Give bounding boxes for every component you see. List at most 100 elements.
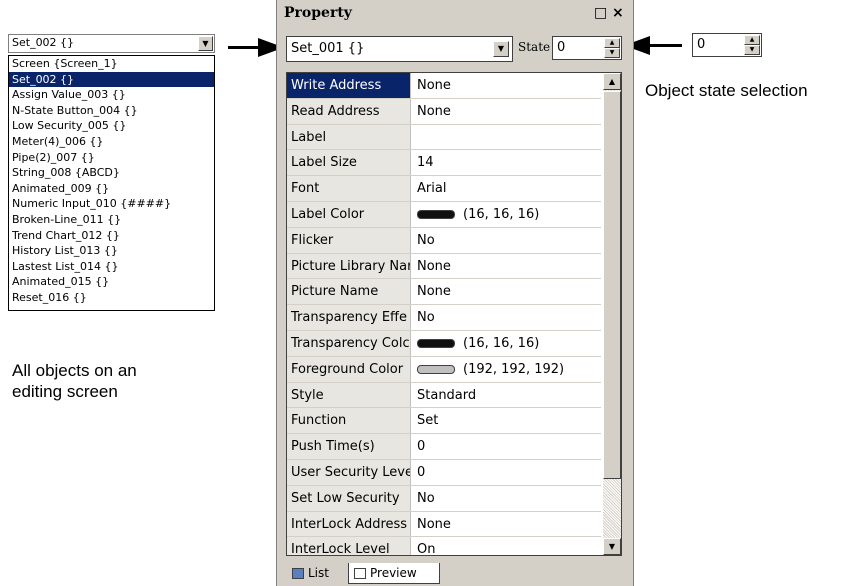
objects-list-item[interactable]: Lastest List_014 {} xyxy=(9,259,214,275)
property-row[interactable]: Font Arial xyxy=(287,176,601,202)
property-row[interactable]: Write Address None xyxy=(287,73,601,99)
preview-icon xyxy=(354,568,366,579)
objects-list-item[interactable]: Trend Chart_012 {} xyxy=(9,228,214,244)
spin-down-icon[interactable]: ▼ xyxy=(604,48,620,58)
objects-combo[interactable]: Set_002 {} ▼ xyxy=(8,34,215,53)
property-name: Font xyxy=(287,176,411,201)
property-row[interactable]: Transparency Effe No xyxy=(287,305,601,331)
property-value-cell[interactable]: 0 xyxy=(417,434,425,459)
property-value-cell[interactable]: 0 xyxy=(417,460,425,485)
color-swatch xyxy=(417,364,455,374)
spin-down-icon[interactable]: ▼ xyxy=(744,45,760,55)
close-icon[interactable]: × xyxy=(612,5,624,21)
tab-list[interactable]: List xyxy=(288,563,346,584)
property-value-cell[interactable]: Standard xyxy=(417,383,476,408)
external-state-spinner[interactable]: 0 ▲ ▼ xyxy=(692,33,762,57)
property-value-cell[interactable]: (16, 16, 16) xyxy=(417,202,539,227)
property-value-cell[interactable]: None xyxy=(417,279,451,304)
property-row[interactable]: Label Color (16, 16, 16) xyxy=(287,202,601,228)
restore-icon[interactable]: □ xyxy=(594,5,607,21)
objects-list-item[interactable]: History List_013 {} xyxy=(9,243,214,259)
property-row[interactable]: Read Address None xyxy=(287,98,601,125)
property-value: None xyxy=(417,284,451,300)
caption-all-objects-line2: editing screen xyxy=(12,382,118,401)
spin-up-icon[interactable]: ▲ xyxy=(744,35,760,45)
property-grid: Write Address None Read Address None Label La… xyxy=(286,72,622,556)
property-value-cell[interactable]: On xyxy=(417,537,435,555)
property-row[interactable]: InterLock Address None xyxy=(287,511,601,538)
property-value-cell[interactable]: No xyxy=(417,228,435,253)
state-value: 0 xyxy=(557,40,566,55)
property-row[interactable]: Flicker No xyxy=(287,227,601,254)
objects-list-item[interactable]: Animated_009 {} xyxy=(9,181,214,197)
objects-list-item[interactable]: Low Security_005 {} xyxy=(9,118,214,134)
objects-list-item[interactable]: Set_002 {} xyxy=(9,71,214,88)
property-row[interactable]: Picture Name None xyxy=(287,279,601,306)
objects-list-item[interactable]: Broken-Line_011 {} xyxy=(9,212,214,228)
object-combo[interactable]: Set_001 {} ▼ xyxy=(286,36,513,62)
property-value-cell[interactable]: None xyxy=(417,99,451,124)
property-value: No xyxy=(417,232,435,248)
objects-list-item[interactable]: Numeric Input_010 {####} xyxy=(9,196,214,212)
property-value-cell[interactable]: Arial xyxy=(417,176,446,201)
objects-list-item[interactable]: Screen {Screen_1} xyxy=(9,56,214,72)
spin-up-icon[interactable]: ▲ xyxy=(604,38,620,48)
property-value: Standard xyxy=(417,387,477,403)
property-name: Set Low Security xyxy=(287,485,411,511)
property-value: No xyxy=(417,490,435,506)
objects-list-item[interactable]: N-State Button_004 {} xyxy=(9,103,214,119)
objects-list-item[interactable]: Meter(4)_006 {} xyxy=(9,134,214,150)
property-row[interactable]: Style Standard xyxy=(287,382,601,409)
property-value-cell[interactable]: (16, 16, 16) xyxy=(417,331,539,356)
property-value: None xyxy=(417,516,451,532)
property-row[interactable]: Picture Library Nar None xyxy=(287,253,601,280)
property-row[interactable]: InterLock Level On xyxy=(287,537,601,555)
property-value: 0 xyxy=(417,465,426,480)
property-name: Picture Library Nar xyxy=(287,253,411,279)
property-value: 0 xyxy=(417,439,426,455)
property-value: (192, 192, 192) xyxy=(463,361,565,377)
caption-all-objects-line1: All objects on an xyxy=(12,361,137,380)
property-row[interactable]: Foreground Color (192, 192, 192) xyxy=(287,356,601,383)
property-row[interactable]: Label xyxy=(287,124,601,151)
objects-list-item[interactable]: Pipe(2)_007 {} xyxy=(9,150,214,166)
object-combo-value: Set_001 {} xyxy=(291,41,365,56)
chevron-down-icon[interactable]: ▼ xyxy=(493,41,509,57)
state-spinner[interactable]: 0 ▲ ▼ xyxy=(552,36,622,60)
vertical-scrollbar[interactable]: ▲ ▼ xyxy=(603,73,621,555)
tab-preview-label: Preview xyxy=(370,566,417,580)
property-value: Arial xyxy=(417,181,447,197)
objects-list-item[interactable]: Reset_016 {} xyxy=(9,290,214,306)
chevron-down-icon[interactable]: ▼ xyxy=(198,36,213,51)
external-state-value: 0 xyxy=(697,37,706,52)
property-row[interactable]: Function Set xyxy=(287,408,601,435)
objects-list-item[interactable]: String_008 {ABCD} xyxy=(9,165,214,181)
property-name: Foreground Color xyxy=(287,356,411,382)
property-value-cell[interactable]: None xyxy=(417,512,451,537)
scroll-down-icon[interactable]: ▼ xyxy=(603,538,621,555)
property-row[interactable]: Label Size 14 xyxy=(287,150,601,177)
property-title-bar: Property □ × xyxy=(278,4,632,24)
objects-list-item[interactable]: Animated_015 {} xyxy=(9,274,214,290)
scroll-up-icon[interactable]: ▲ xyxy=(603,73,621,90)
property-value-cell[interactable]: No xyxy=(417,486,435,511)
property-value-cell[interactable]: (192, 192, 192) xyxy=(417,357,564,382)
property-row[interactable]: Set Low Security No xyxy=(287,485,601,512)
property-value-cell[interactable]: No xyxy=(417,305,435,330)
property-name: InterLock Address xyxy=(287,511,411,537)
property-row[interactable]: Push Time(s) 0 xyxy=(287,434,601,460)
property-row[interactable]: User Security Leve 0 xyxy=(287,460,601,486)
property-value-cell[interactable]: None xyxy=(417,254,451,279)
scroll-thumb[interactable] xyxy=(603,91,621,479)
property-value-cell[interactable]: None xyxy=(417,73,451,98)
objects-combo-value: Set_002 {} xyxy=(12,36,75,49)
property-value-cell[interactable]: Set xyxy=(417,408,438,433)
property-row[interactable]: Transparency Colc (16, 16, 16) xyxy=(287,331,601,357)
objects-list: Screen {Screen_1} Set_002 {} Assign Value_… xyxy=(8,55,215,311)
property-title: Property xyxy=(284,5,352,21)
tab-preview[interactable]: Preview xyxy=(348,563,440,584)
property-name: Transparency Effe xyxy=(287,305,411,330)
objects-list-item[interactable]: Assign Value_003 {} xyxy=(9,87,214,103)
list-icon xyxy=(292,568,304,579)
property-value-cell[interactable]: 14 xyxy=(417,150,434,175)
